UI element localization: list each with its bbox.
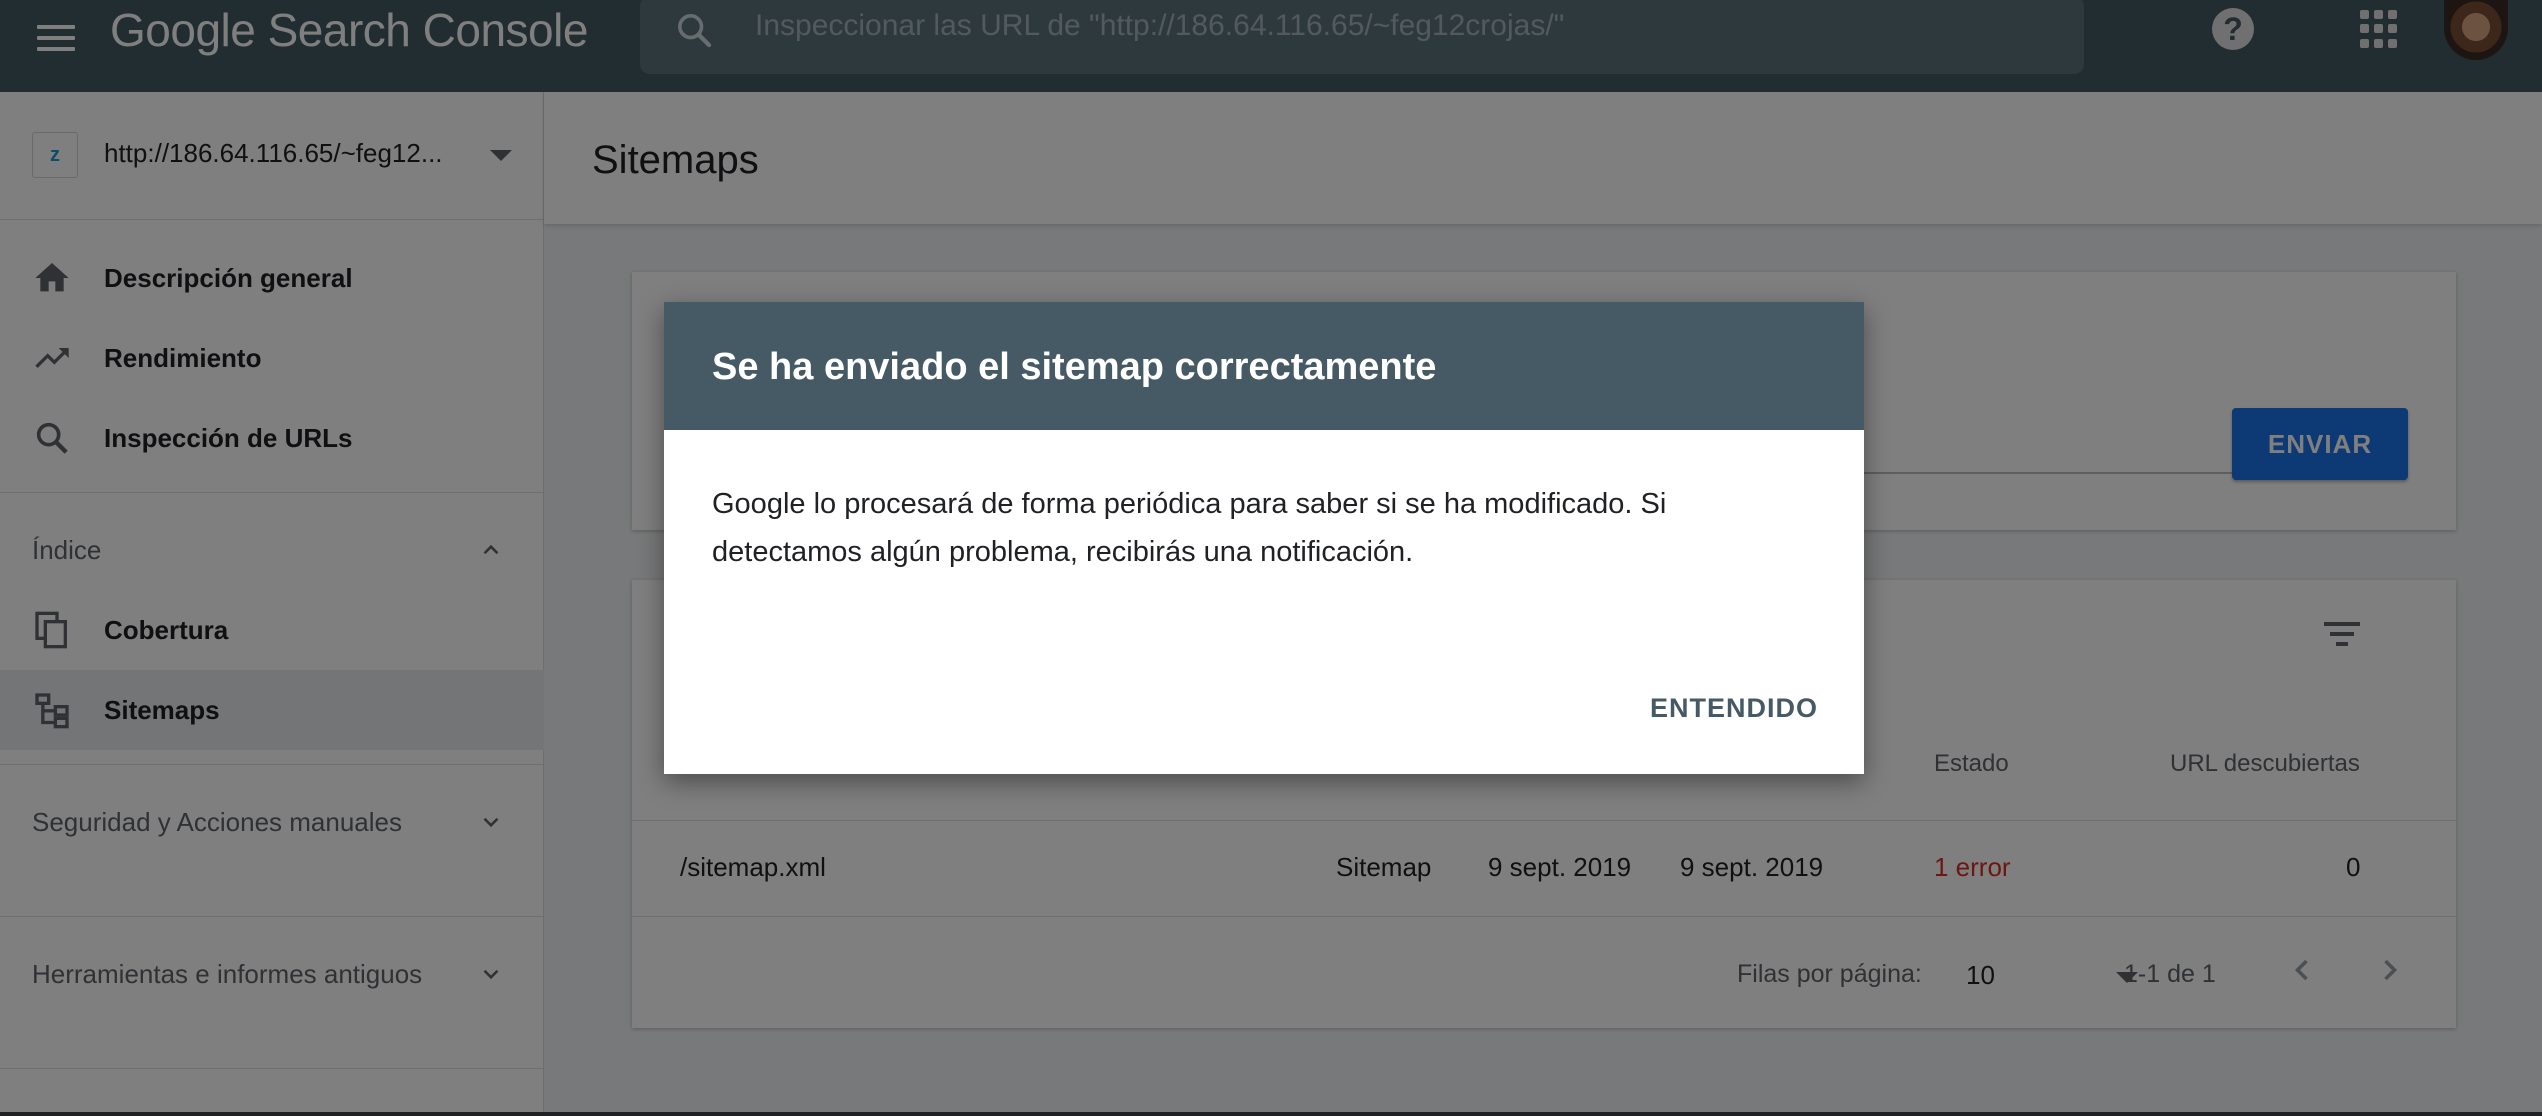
dialog-ok-button[interactable]: ENTENDIDO — [1634, 678, 1834, 738]
window-bottom-edge — [0, 1112, 2542, 1116]
sitemap-submitted-dialog: Se ha enviado el sitemap correctamente G… — [664, 302, 1864, 774]
dialog-title: Se ha enviado el sitemap correctamente — [712, 346, 1437, 388]
dialog-header: Se ha enviado el sitemap correctamente — [664, 302, 1864, 430]
dialog-message: Google lo procesará de forma periódica p… — [712, 488, 1667, 568]
